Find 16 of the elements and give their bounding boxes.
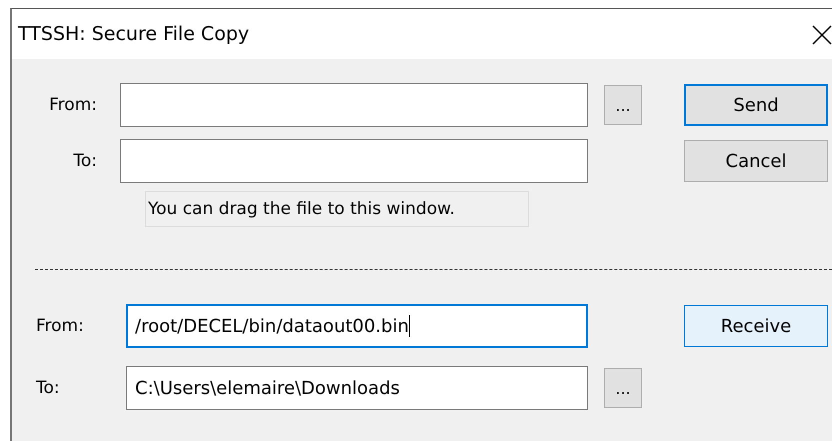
field-label: To: — [36, 378, 61, 398]
window-title: TTSSH: Secure File Copy — [18, 23, 250, 45]
input-field[interactable]: C:\Users\elemaire\Downloads — [126, 366, 588, 410]
drop-hint: You can drag the file to this window. — [145, 191, 529, 227]
dialog-button[interactable]: Cancel — [684, 140, 828, 182]
receive-button[interactable]: Receive — [684, 305, 828, 347]
field-label: From: — [36, 316, 85, 336]
dialog-button[interactable]: Send — [684, 84, 828, 126]
field-label: From: — [48, 95, 97, 115]
close-icon[interactable] — [812, 25, 832, 45]
input-field[interactable]: /root/DECEL/bin/dataout00.bin — [126, 304, 588, 348]
browse-button[interactable]: ... — [604, 85, 642, 125]
input-field[interactable] — [120, 139, 588, 183]
browse-button[interactable]: ... — [604, 368, 642, 408]
field-label: To: — [72, 151, 97, 171]
input-field[interactable] — [120, 83, 588, 127]
